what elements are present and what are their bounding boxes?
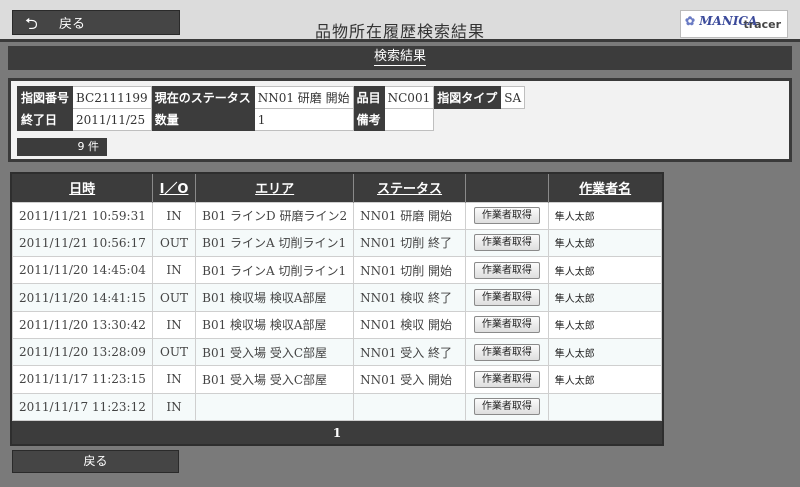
results-panel: 日時 I／O エリア ステータス 作業者名 2011/11/21 10:59:3… <box>10 172 664 446</box>
logo-mark: ✿ MANICA <box>685 14 758 28</box>
get-worker-button[interactable]: 作業者取得 <box>473 316 540 334</box>
cell-area: B01 検収場 検収A部屋 <box>195 310 355 339</box>
cell-action: 作業者取得 <box>464 365 549 394</box>
col-area[interactable]: エリア <box>195 174 355 202</box>
section-bar: 検索結果 <box>8 46 792 70</box>
cell-action: 作業者取得 <box>464 337 549 367</box>
cell-datetime: 2011/11/20 13:30:42 <box>12 310 153 339</box>
table-row: 2011/11/20 14:45:04 IN B01 ラインA 切削ライン1 NN01… <box>12 256 663 285</box>
results-header-row: 日時 I／O エリア ステータス 作業者名 <box>12 174 662 202</box>
get-worker-button[interactable]: 作業者取得 <box>473 398 540 416</box>
cell-area: B01 受入場 受入C部屋 <box>195 365 355 394</box>
get-worker-button[interactable]: 作業者取得 <box>473 370 540 388</box>
cell-status <box>353 392 466 421</box>
cell-io: OUT <box>151 337 197 367</box>
cell-io: IN <box>151 310 197 339</box>
col-action <box>465 174 549 202</box>
cell-datetime: 2011/11/17 11:23:15 <box>12 365 153 394</box>
col-worker[interactable]: 作業者名 <box>548 174 661 202</box>
cell-worker: 隼人太郎 <box>547 283 663 312</box>
item-label: 品目 <box>352 86 385 109</box>
cell-io: IN <box>151 392 197 421</box>
cell-datetime: 2011/11/20 14:45:04 <box>12 256 153 285</box>
cell-worker: 隼人太郎 <box>547 337 663 367</box>
col-datetime[interactable]: 日時 <box>12 174 153 202</box>
section-title: 検索結果 <box>373 49 426 66</box>
cell-action: 作業者取得 <box>464 256 549 285</box>
cell-action: 作業者取得 <box>464 228 549 258</box>
table-row: 2011/11/17 11:23:15 IN B01 受入場 受入C部屋 NN01 受… <box>12 365 663 394</box>
cell-action: 作業者取得 <box>464 310 549 339</box>
type-label: 指図タイプ <box>433 86 502 109</box>
cell-io: OUT <box>151 228 197 258</box>
get-worker-button[interactable]: 作業者取得 <box>473 343 540 361</box>
cell-datetime: 2011/11/20 14:41:15 <box>12 283 153 312</box>
cell-io: IN <box>151 365 197 394</box>
cell-area: B01 受入場 受入C部屋 <box>195 337 355 367</box>
cell-worker: 隼人太郎 <box>547 228 663 258</box>
order-no-label: 指図番号 <box>16 86 74 109</box>
cell-datetime: 2011/11/21 10:56:17 <box>12 228 153 258</box>
table-row: 2011/11/21 10:56:17 OUT B01 ラインA 切削ライン1 NN0… <box>12 228 663 258</box>
cell-worker <box>547 392 663 421</box>
get-worker-button[interactable]: 作業者取得 <box>473 207 540 225</box>
cell-datetime: 2011/11/21 10:59:31 <box>12 201 153 230</box>
table-row: 2011/11/17 11:23:12 IN 作業者取得 <box>12 392 663 421</box>
col-io[interactable]: I／O <box>152 174 197 202</box>
cell-status: NN01 切削 終了 <box>353 228 466 258</box>
cell-status: NN01 受入 開始 <box>353 365 466 394</box>
info-table: 指図番号 BC2111199 現在のステータス NN01 研磨 開始 品目 NC… <box>16 86 526 131</box>
pager-page-1[interactable]: 1 <box>12 421 662 445</box>
cell-worker: 隼人太郎 <box>547 201 663 230</box>
cell-datetime: 2011/11/20 13:28:09 <box>12 337 153 367</box>
cell-status: NN01 受入 終了 <box>353 337 466 367</box>
qty-label: 数量 <box>150 108 255 131</box>
table-row: 2011/11/20 14:41:15 OUT B01 検収場 検収A部屋 NN01 … <box>12 283 663 312</box>
cell-status: NN01 切削 開始 <box>353 256 466 285</box>
remark-value <box>383 108 435 131</box>
status-value: NN01 研磨 開始 <box>253 86 354 109</box>
info-panel: 指図番号 BC2111199 現在のステータス NN01 研磨 開始 品目 NC… <box>8 78 792 162</box>
cell-area: B01 ラインA 切削ライン1 <box>195 228 355 258</box>
type-value: SA <box>500 86 526 109</box>
cell-datetime: 2011/11/17 11:23:12 <box>12 392 153 421</box>
logo: ✿ MANICA tracer <box>680 10 788 38</box>
order-no-value: BC2111199 <box>72 86 152 109</box>
cell-area: B01 ラインD 研磨ライン2 <box>195 201 355 230</box>
result-count: 9 件 <box>17 138 107 156</box>
cell-area: B01 検収場 検収A部屋 <box>195 283 355 312</box>
logo-icon: ✿ <box>685 14 696 28</box>
cell-area <box>195 392 355 421</box>
col-status[interactable]: ステータス <box>353 174 466 202</box>
cell-io: IN <box>151 256 197 285</box>
cell-io: IN <box>151 201 197 230</box>
back-button-bottom[interactable]: 戻る <box>12 450 179 473</box>
cell-status: NN01 検収 開始 <box>353 310 466 339</box>
cell-io: OUT <box>151 283 197 312</box>
cell-status: NN01 研磨 開始 <box>353 201 466 230</box>
cell-action: 作業者取得 <box>464 283 549 312</box>
end-date-value: 2011/11/25 <box>72 108 152 131</box>
header: ⮌ 戻る 品物所在履歴検索結果 ✿ MANICA tracer <box>0 0 800 42</box>
get-worker-button[interactable]: 作業者取得 <box>473 261 540 279</box>
status-label: 現在のステータス <box>150 86 255 109</box>
end-date-label: 終了日 <box>16 108 74 131</box>
get-worker-button[interactable]: 作業者取得 <box>473 289 540 307</box>
cell-action: 作業者取得 <box>464 392 549 421</box>
remark-label: 備考 <box>352 108 385 131</box>
get-worker-button[interactable]: 作業者取得 <box>473 234 540 252</box>
cell-worker: 隼人太郎 <box>547 256 663 285</box>
cell-area: B01 ラインA 切削ライン1 <box>195 256 355 285</box>
table-row: 2011/11/20 13:30:42 IN B01 検収場 検収A部屋 NN01 検… <box>12 310 663 339</box>
table-row: 2011/11/20 13:28:09 OUT B01 受入場 受入C部屋 NN01 … <box>12 337 663 367</box>
results-table: 日時 I／O エリア ステータス 作業者名 2011/11/21 10:59:3… <box>12 174 663 421</box>
item-value: NC001 <box>383 86 435 109</box>
cell-status: NN01 検収 終了 <box>353 283 466 312</box>
qty-value: 1 <box>253 108 354 131</box>
cell-worker: 隼人太郎 <box>547 365 663 394</box>
table-row: 2011/11/21 10:59:31 IN B01 ラインD 研磨ライン2 NN01… <box>12 201 663 230</box>
cell-worker: 隼人太郎 <box>547 310 663 339</box>
cell-action: 作業者取得 <box>464 201 549 230</box>
